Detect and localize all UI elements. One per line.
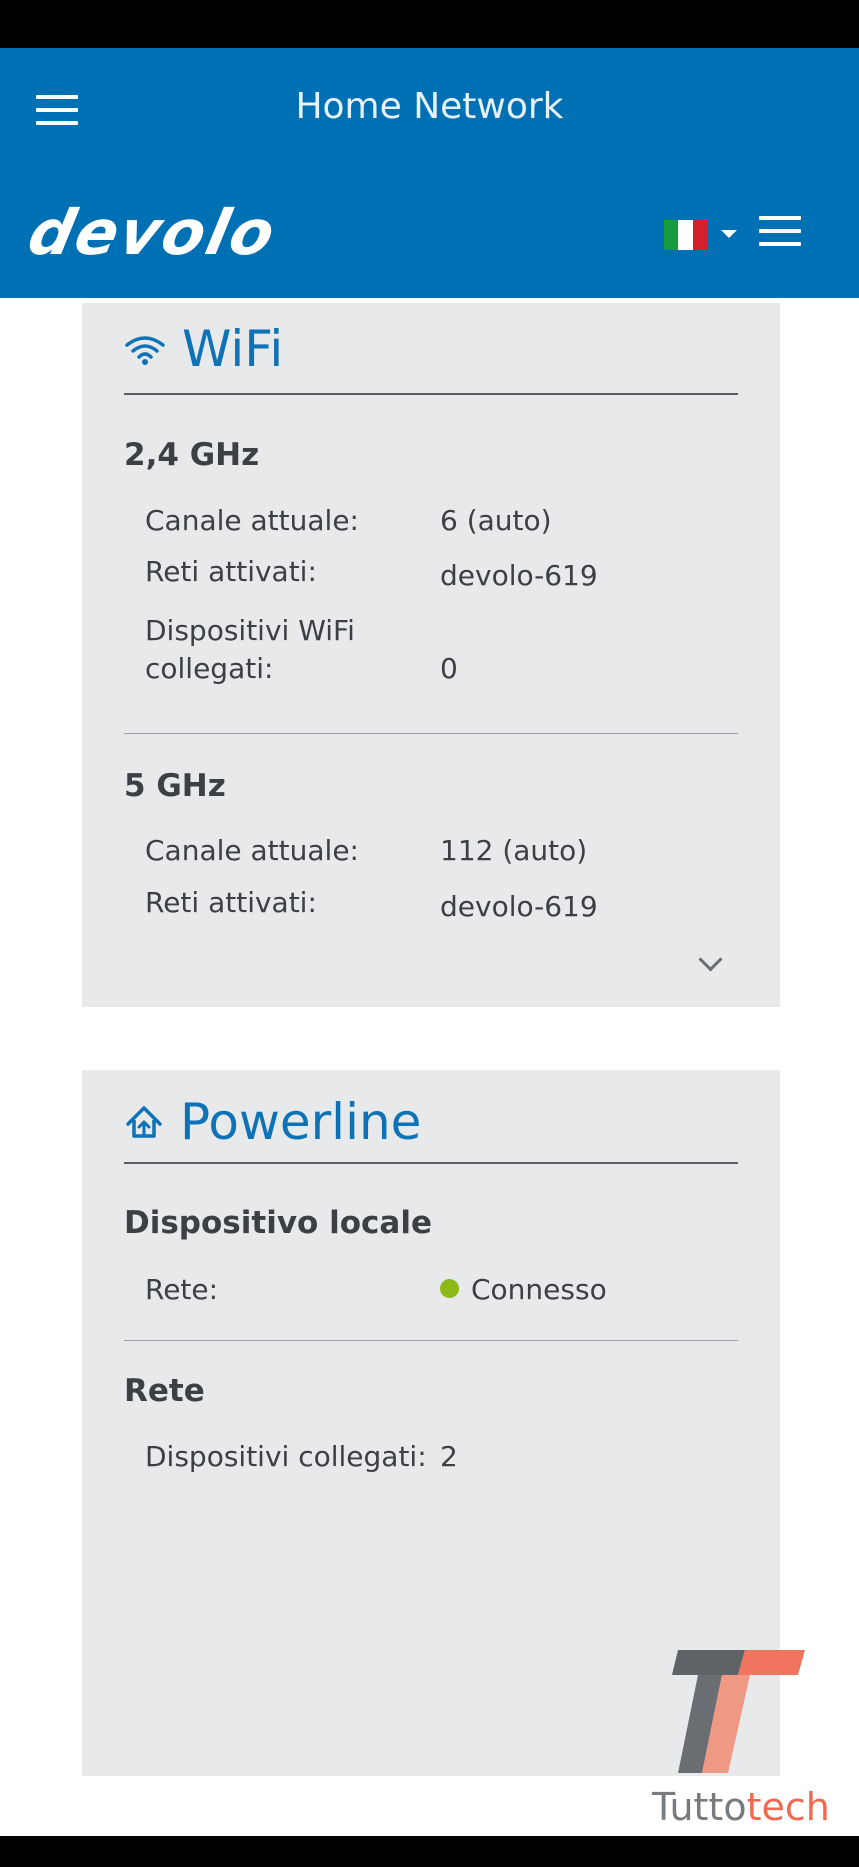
card-divider [124,1162,738,1164]
app-header: Home Network devolo [0,48,859,298]
powerline-card-header: Powerline [124,1090,421,1154]
wifi-card-header: WiFi [124,317,283,381]
language-dropdown-icon[interactable] [721,230,737,238]
networks-label: Reti attivati: [145,555,317,588]
network-status: Connesso [440,1271,607,1309]
network-label: Rete: [145,1273,219,1306]
home-icon [126,1106,162,1138]
band-24-title: 2,4 GHz [124,437,260,473]
networks-value: devolo-619 [440,559,598,592]
wifi-devices-label-line1: Dispositivi WiFi [145,614,355,647]
networks-value: devolo-619 [440,890,598,923]
devolo-logo: devolo [22,196,284,269]
connected-devices-label: Dispositivi collegati: [145,1440,427,1473]
wifi-devices-value: 0 [440,652,458,685]
wifi-icon [125,336,165,365]
powerline-card-title: Powerline [180,1093,422,1151]
channel-value: 112 (auto) [440,834,588,867]
networks-label: Reti attivati: [145,886,317,919]
band-5-title: 5 GHz [124,768,226,804]
wifi-card: WiFi 2,4 GHz Canale attuale: 6 (auto) Re… [82,303,780,1007]
chevron-down-icon[interactable] [698,947,723,972]
local-device-title: Dispositivo locale [124,1205,432,1241]
channel-label: Canale attuale: [145,834,359,867]
connected-devices-value: 2 [440,1440,458,1473]
system-status-bar [0,0,859,48]
card-divider [124,393,738,395]
channel-label: Canale attuale: [145,504,359,537]
wifi-card-title: WiFi [182,320,284,378]
tuttotech-logo-icon [672,1650,805,1773]
language-flag-icon[interactable] [664,220,707,250]
network-title: Rete [124,1373,205,1409]
channel-value: 6 (auto) [440,504,552,537]
section-divider [124,733,738,734]
watermark-text: Tuttotech [652,1785,830,1829]
app-title: Home Network [295,86,564,127]
network-status-text: Connesso [471,1273,607,1306]
status-dot-icon [440,1278,459,1298]
wifi-devices-label-line2: collegati: [145,652,274,685]
section-divider [124,1340,738,1341]
system-navigation-bar [0,1836,859,1867]
site-menu-icon[interactable] [759,216,801,246]
